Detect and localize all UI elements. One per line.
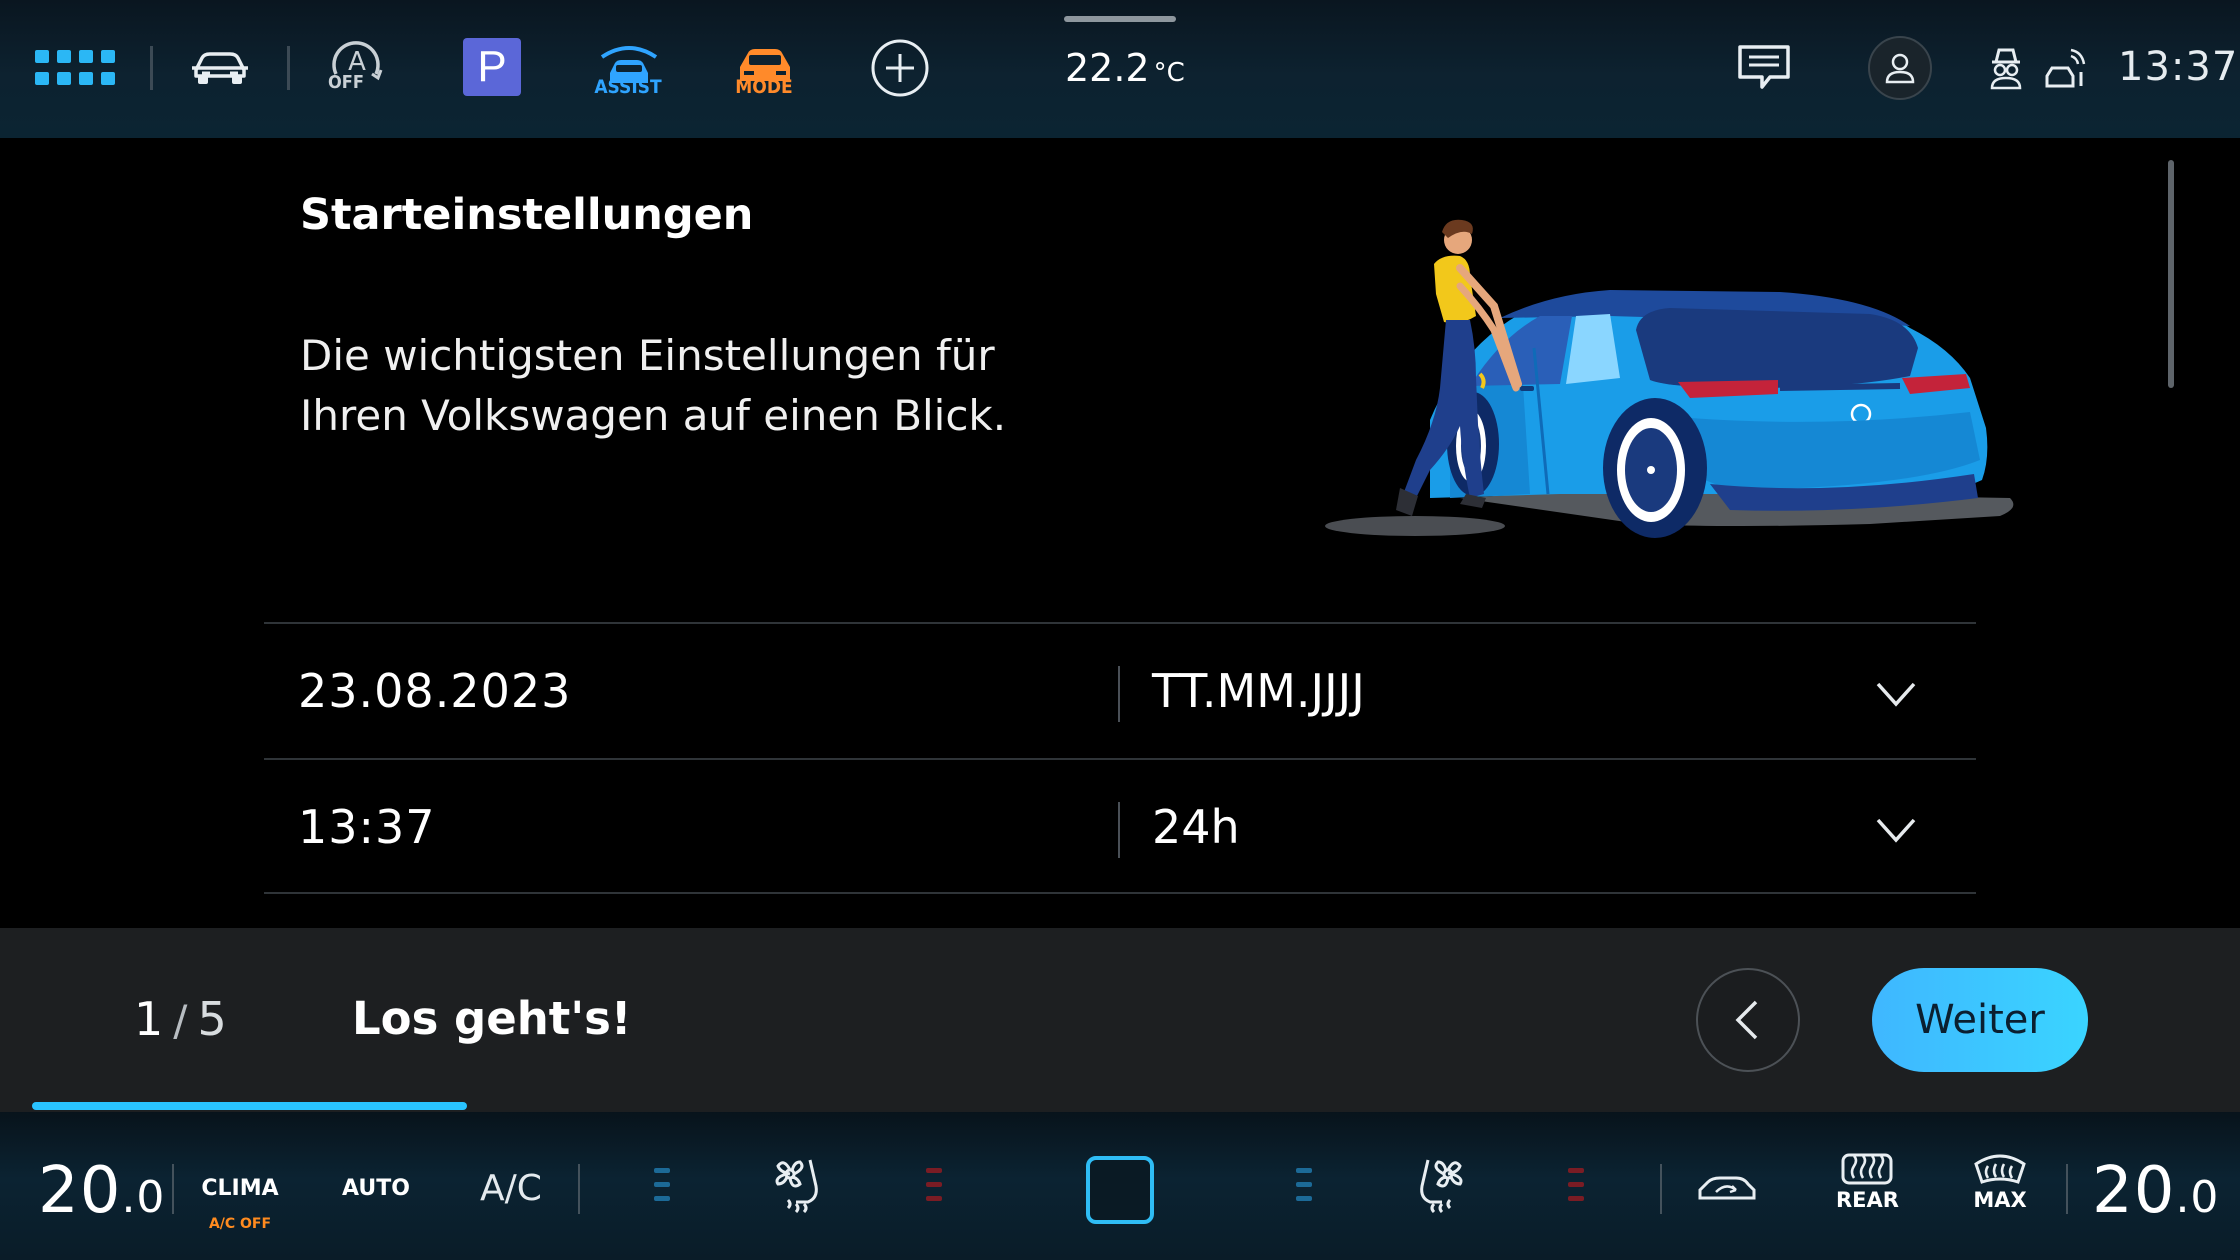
time-setting-row[interactable]: 13:37 24h — [264, 758, 1976, 894]
user-profile-button[interactable] — [1868, 36, 1932, 100]
step-title: Los geht's! — [352, 992, 632, 1045]
outside-temperature-value: 22.2 — [1065, 46, 1150, 90]
message-icon — [1738, 45, 1790, 89]
rear-defrost-icon — [1841, 1153, 1893, 1185]
max-label: MAX — [1973, 1188, 2027, 1212]
front-defrost-icon — [1974, 1154, 2026, 1184]
drag-handle[interactable] — [1064, 16, 1176, 22]
messages-button[interactable] — [1736, 36, 1792, 100]
seat-ventilation-icon — [775, 1159, 818, 1214]
mode-label: MODE — [735, 76, 793, 98]
wizard-progress-fill — [32, 1102, 468, 1110]
climate-menu-button[interactable] — [1086, 1156, 1154, 1224]
wizard-footer: 1/5 Los geht's! Weiter — [0, 928, 2240, 1112]
temperature-unit: °C — [1153, 58, 1185, 88]
recirculation-button[interactable] — [1696, 1172, 1758, 1204]
passenger-temp-int: 20 — [2092, 1154, 2176, 1228]
privacy-mode-button[interactable] — [1984, 36, 2028, 100]
seat-ventilation-left-button[interactable] — [770, 1156, 826, 1218]
user-icon — [1885, 53, 1915, 84]
car-connect-icon — [2045, 48, 2086, 88]
clima-button[interactable]: CLIMA — [200, 1176, 280, 1201]
car-icon — [192, 52, 248, 84]
auto-button[interactable]: AUTO — [336, 1176, 416, 1201]
back-button[interactable] — [1696, 968, 1800, 1072]
divider — [2066, 1164, 2068, 1214]
plus-icon — [871, 39, 929, 97]
date-format-select[interactable]: TT.MM.JJJJ — [1152, 664, 1365, 718]
current-step: 1 — [134, 992, 164, 1046]
driver-temperature[interactable]: 20.0 — [38, 1154, 165, 1228]
scrollbar[interactable] — [2168, 160, 2174, 388]
chevron-down-icon[interactable] — [1868, 802, 1924, 858]
divider — [1118, 802, 1120, 858]
car-illustration — [1325, 219, 2014, 538]
app-grid-icon — [35, 50, 115, 85]
passenger-temperature[interactable]: 20.0 — [2092, 1154, 2219, 1228]
left-blower-level — [654, 1168, 670, 1210]
passenger-temp-dec: .0 — [2175, 1172, 2220, 1223]
chevron-down-icon[interactable] — [1868, 666, 1924, 722]
seat-ventilation-right-button[interactable] — [1412, 1156, 1468, 1218]
divider — [1660, 1164, 1662, 1214]
rear-label: REAR — [1836, 1188, 1899, 1212]
climate-bar: 20.0 CLIMA A/C OFF AUTO A/C REAR MAX 20.… — [0, 1112, 2240, 1260]
date-value: 23.08.2023 — [298, 664, 572, 718]
time-format-select[interactable]: 24h — [1152, 800, 1240, 854]
seat-ventilation-icon — [1420, 1159, 1463, 1214]
ac-button[interactable]: A/C — [480, 1168, 542, 1209]
right-blower-level — [1296, 1168, 1312, 1210]
parking-button[interactable]: P — [463, 38, 521, 96]
max-defrost-button[interactable]: MAX — [1972, 1152, 2028, 1212]
total-steps: 5 — [197, 992, 227, 1046]
connectivity-status[interactable] — [2044, 36, 2088, 100]
clock: 13:37 — [2118, 44, 2239, 90]
page-title: Starteinstellungen — [300, 190, 754, 240]
driver-temp-dec: .0 — [121, 1172, 166, 1223]
setup-card: Starteinstellungen Die wichtigsten Einst… — [0, 138, 2240, 928]
divider — [578, 1164, 580, 1214]
incognito-icon — [1990, 48, 2022, 90]
step-separator: / — [173, 996, 188, 1045]
wizard-progress — [32, 1102, 2208, 1110]
divider — [1118, 666, 1120, 722]
ac-off-indicator: A/C OFF — [208, 1216, 272, 1232]
assist-label: ASSIST — [594, 76, 662, 98]
date-setting-row[interactable]: 23.08.2023 TT.MM.JJJJ — [264, 622, 1976, 758]
outside-temperature: 22.2 °C — [1065, 46, 1185, 90]
page-description: Die wichtigsten Einstellungen für Ihren … — [300, 331, 1007, 440]
vehicle-button[interactable] — [184, 36, 256, 100]
time-value: 13:37 — [298, 800, 436, 854]
driver-temp-int: 20 — [38, 1154, 122, 1228]
divider — [172, 1164, 174, 1214]
air-recirculation-icon — [1698, 1176, 1756, 1200]
next-button[interactable]: Weiter — [1872, 968, 2088, 1072]
step-indicator: 1/5 — [134, 992, 227, 1046]
right-seat-heat-level — [1568, 1168, 1584, 1210]
app-grid-button[interactable] — [30, 36, 126, 100]
status-bar: A OFF P ASSIST MODE 22.2 °C 13:37 — [0, 0, 2240, 138]
auto-hold-label: OFF — [328, 72, 364, 93]
left-seat-heat-level — [926, 1168, 942, 1210]
rear-defrost-button[interactable]: REAR — [1836, 1152, 1899, 1212]
add-shortcut-button[interactable] — [868, 36, 932, 100]
divider — [150, 46, 153, 90]
chevron-left-icon — [1735, 1000, 1758, 1040]
